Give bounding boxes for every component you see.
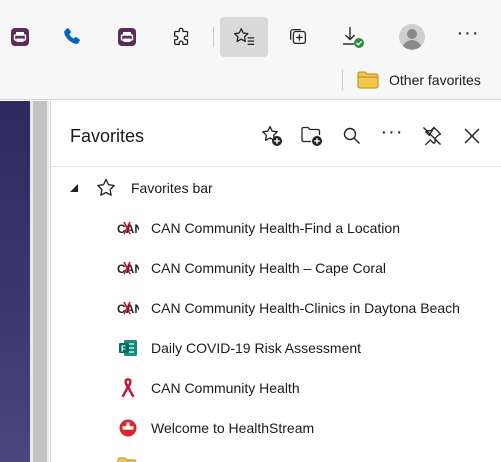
favorite-item[interactable]: F Daily COVID-19 Risk Assessment	[51, 331, 501, 365]
phone-icon	[64, 28, 80, 44]
browser-toolbar: ···	[0, 0, 501, 62]
favorites-bar: Other favorites	[0, 62, 501, 100]
unpin-button[interactable]	[418, 122, 446, 150]
favorite-label: CAN Community Health-Find a Location	[151, 220, 400, 236]
printer-app-icon	[118, 28, 136, 46]
favorite-item[interactable]: CAN CAN Community Health-Find a Location	[51, 211, 501, 245]
add-favorite-icon	[262, 125, 282, 146]
svg-text:F: F	[121, 345, 126, 354]
favorite-label: Welcome to HealthStream	[151, 420, 315, 436]
folder-label: Favorites bar	[131, 180, 213, 196]
app-button-1[interactable]	[0, 17, 40, 57]
favorites-bar-divider	[342, 70, 343, 90]
profile-button[interactable]	[392, 17, 432, 57]
favorite-label: CAN Community Health – Cape Coral	[151, 260, 386, 276]
panel-title: Favorites	[70, 126, 145, 146]
healthstream-icon	[117, 418, 139, 438]
search-icon	[343, 127, 360, 144]
puzzle-icon	[174, 27, 189, 45]
other-favorites-label: Other favorites	[389, 72, 481, 88]
tree-folder-favorites-bar[interactable]: Favorites bar	[51, 171, 501, 205]
printer-app-icon	[11, 28, 29, 46]
page-scrollbar-thumb[interactable]	[33, 101, 47, 462]
can-logo-icon: CAN	[117, 258, 139, 278]
favorite-label: CAN Community Health	[151, 380, 300, 396]
ribbon-icon	[117, 378, 139, 398]
favorites-list-icon	[234, 28, 255, 45]
favorites-panel-header: Favorites ···	[51, 101, 501, 167]
folder-icon	[357, 71, 379, 89]
collections-icon	[290, 29, 306, 45]
avatar-icon	[399, 24, 425, 50]
more-icon: ···	[380, 121, 404, 143]
can-logo-icon: CAN	[117, 298, 139, 318]
add-favorite-button[interactable]	[258, 122, 286, 150]
close-icon	[464, 128, 480, 144]
favorite-label: CAN Community Health-Clinics in Daytona …	[151, 300, 460, 316]
favorites-more-button[interactable]: ···	[378, 122, 406, 150]
downloads-button[interactable]	[333, 17, 373, 57]
favorite-item[interactable]: CAN CAN Community Health – Cape Coral	[51, 251, 501, 285]
star-icon	[95, 178, 117, 198]
favorites-button[interactable]	[220, 17, 268, 57]
add-folder-button[interactable]	[298, 122, 326, 150]
download-icon	[343, 27, 364, 48]
close-button[interactable]	[458, 122, 486, 150]
collections-button[interactable]	[278, 17, 318, 57]
favorite-item[interactable]: Welcome to HealthStream	[51, 411, 501, 445]
forms-icon: F	[117, 338, 139, 358]
more-icon: ···	[456, 22, 480, 44]
phone-button[interactable]	[52, 17, 92, 57]
partial-folder-icon	[117, 457, 137, 462]
favorite-label: Daily COVID-19 Risk Assessment	[151, 340, 362, 356]
page-content	[0, 101, 30, 462]
toolbar-divider	[213, 27, 214, 47]
expand-caret-icon[interactable]	[69, 183, 79, 193]
unpin-icon	[423, 126, 442, 146]
favorites-panel: Favorites ··· Favorites bar CAN Communit…	[50, 101, 501, 462]
add-folder-icon	[301, 126, 322, 146]
favorite-item[interactable]: CAN Community Health	[51, 371, 501, 405]
app-button-2[interactable]	[107, 17, 147, 57]
search-favorites-button[interactable]	[338, 122, 366, 150]
favorite-item[interactable]: CAN CAN Community Health-Clinics in Dayt…	[51, 291, 501, 325]
can-logo-icon: CAN	[117, 218, 139, 238]
other-favorites-folder[interactable]: Other favorites	[357, 67, 481, 93]
more-button[interactable]: ···	[448, 17, 488, 57]
extensions-button[interactable]	[162, 17, 202, 57]
